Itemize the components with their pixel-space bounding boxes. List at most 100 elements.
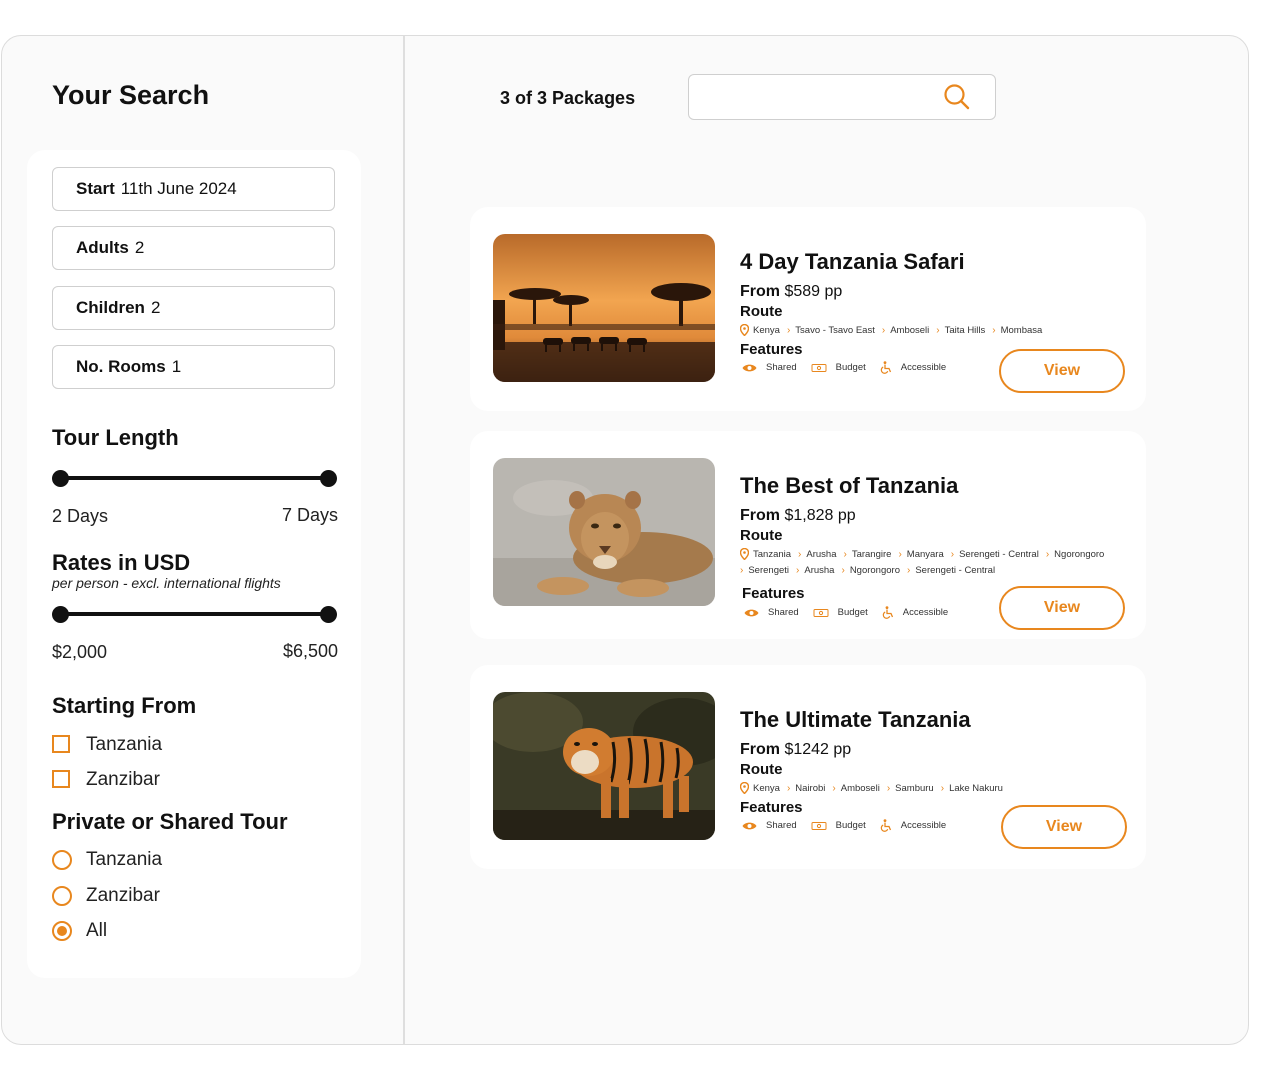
route-stop: Arusha xyxy=(806,548,837,560)
route-stop: Ngorongoro xyxy=(1054,548,1105,560)
chevron-right-icon: › xyxy=(898,548,902,560)
chevron-right-icon: › xyxy=(832,782,836,794)
route-list-continued: › Serengeti › Arusha › Ngorongoro › Serenget… xyxy=(740,565,1002,576)
price-prefix: From xyxy=(740,507,780,524)
feature-label: Budget xyxy=(835,362,866,373)
package-card: The Ultimate Tanzania From $1242 pp Rout… xyxy=(470,665,1146,869)
chevron-right-icon: › xyxy=(740,565,744,576)
view-package-button[interactable]: View xyxy=(999,349,1125,393)
ticket-icon xyxy=(813,608,829,617)
search-input[interactable] xyxy=(701,75,945,119)
route-stop: Arusha xyxy=(804,565,835,576)
eye-icon xyxy=(742,822,757,829)
field-value: 2 xyxy=(134,238,145,257)
chevron-right-icon: › xyxy=(881,324,886,336)
chevron-right-icon: › xyxy=(886,782,891,794)
route-stop: Manyara xyxy=(906,548,944,560)
feature-label: Accessible xyxy=(900,820,947,831)
chevron-right-icon: › xyxy=(796,565,800,576)
field-label: Children xyxy=(76,298,145,317)
chevron-right-icon: › xyxy=(1045,548,1050,560)
tour-type-title: Private or Shared Tour xyxy=(52,809,288,834)
route-label: Route xyxy=(740,303,783,320)
route-list: Tanzania › Arusha › Tarangire › Manyara › Se… xyxy=(740,548,1111,560)
features-list: Shared Budget Accessible xyxy=(744,606,962,619)
ticket-icon xyxy=(811,363,827,372)
feature-label: Accessible xyxy=(902,607,949,618)
route-stop: Kenya xyxy=(753,324,780,336)
features-list: Shared Budget Accessible xyxy=(742,361,960,374)
field-value: 11th June 2024 xyxy=(120,179,237,198)
route-stop: Amboseli xyxy=(890,324,930,336)
location-pin-icon xyxy=(740,324,749,336)
route-stop: Taita Hills xyxy=(944,324,986,336)
route-label: Route xyxy=(740,761,783,778)
feature-label: Shared xyxy=(768,607,799,618)
children-field[interactable]: Children 2 xyxy=(52,286,335,330)
features-label: Features xyxy=(740,799,803,816)
package-name: The Best of Tanzania xyxy=(740,473,959,498)
package-name: 4 Day Tanzania Safari xyxy=(740,249,965,274)
chevron-right-icon: › xyxy=(841,565,845,576)
route-stop: Amboseli xyxy=(840,782,880,794)
tour-length-slider-track[interactable] xyxy=(60,476,328,480)
features-label: Features xyxy=(742,585,805,602)
ticket-icon xyxy=(811,821,827,830)
field-value: 2 xyxy=(150,298,161,317)
search-icon[interactable] xyxy=(943,83,971,111)
checkbox-label: Tanzania xyxy=(86,734,163,755)
starting-from-zanzibar-checkbox[interactable] xyxy=(52,770,70,788)
adults-field[interactable]: Adults 2 xyxy=(52,226,335,270)
route-label: Route xyxy=(740,527,783,544)
wheelchair-icon xyxy=(880,361,891,374)
tour-length-title: Tour Length xyxy=(52,425,179,450)
tour-type-tanzania-radio[interactable] xyxy=(52,850,72,870)
route-stop: Kenya xyxy=(753,782,780,794)
location-pin-icon xyxy=(740,782,749,794)
package-price: From $1,828 pp xyxy=(740,507,856,525)
tour-type-all-radio[interactable] xyxy=(52,921,72,941)
tour-length-min-handle[interactable] xyxy=(52,470,69,487)
route-stop: Serengeti - Central xyxy=(959,548,1039,560)
starting-from-tanzania-checkbox[interactable] xyxy=(52,735,70,753)
package-price: From $589 pp xyxy=(740,283,842,301)
tour-type-zanzibar-radio[interactable] xyxy=(52,886,72,906)
price-value: $589 pp xyxy=(784,283,843,300)
route-stop: Ngorongoro xyxy=(849,565,900,576)
tour-length-max-handle[interactable] xyxy=(320,470,337,487)
tour-length-max-label: 7 Days xyxy=(281,505,338,525)
route-stop: Tsavo - Tsavo East xyxy=(795,324,875,336)
route-stop: Serengeti xyxy=(748,565,790,576)
app-frame: Your Search Start 11th June 2024 Adults … xyxy=(1,35,1249,1045)
radio-label: Tanzania xyxy=(86,849,163,870)
rates-max-handle[interactable] xyxy=(320,606,337,623)
route-stop: Tanzania xyxy=(753,548,792,560)
sidebar-title: Your Search xyxy=(52,80,210,110)
route-stop: Mombasa xyxy=(1000,324,1043,336)
tour-length-min-label: 2 Days xyxy=(52,506,109,526)
feature-label: Shared xyxy=(766,820,797,831)
rates-min-handle[interactable] xyxy=(52,606,69,623)
package-name: The Ultimate Tanzania xyxy=(740,707,971,732)
route-stop: Samburu xyxy=(895,782,934,794)
rooms-field[interactable]: No. Rooms 1 xyxy=(52,345,335,389)
rates-subtitle: per person - excl. international flights xyxy=(52,575,281,591)
price-value: $1242 pp xyxy=(784,741,852,758)
package-image-lioness xyxy=(493,458,715,606)
field-label: Start xyxy=(76,179,115,198)
package-card: The Best of Tanzania From $1,828 pp Rout… xyxy=(470,431,1146,639)
starting-from-title: Starting From xyxy=(52,693,197,718)
rates-slider-track[interactable] xyxy=(60,612,328,616)
package-search-box xyxy=(688,74,996,120)
chevron-right-icon: › xyxy=(786,782,791,794)
eye-icon xyxy=(744,609,759,616)
start-date-field[interactable]: Start 11th June 2024 xyxy=(52,167,335,211)
view-package-button[interactable]: View xyxy=(999,586,1125,630)
chevron-right-icon: › xyxy=(936,324,940,336)
rates-min-label: $2,000 xyxy=(52,642,108,662)
route-stop: Lake Nakuru xyxy=(949,782,1003,794)
features-label: Features xyxy=(740,341,803,358)
package-image-sunset-safari xyxy=(493,234,715,382)
field-label: No. Rooms xyxy=(76,357,166,376)
view-package-button[interactable]: View xyxy=(1001,805,1127,849)
